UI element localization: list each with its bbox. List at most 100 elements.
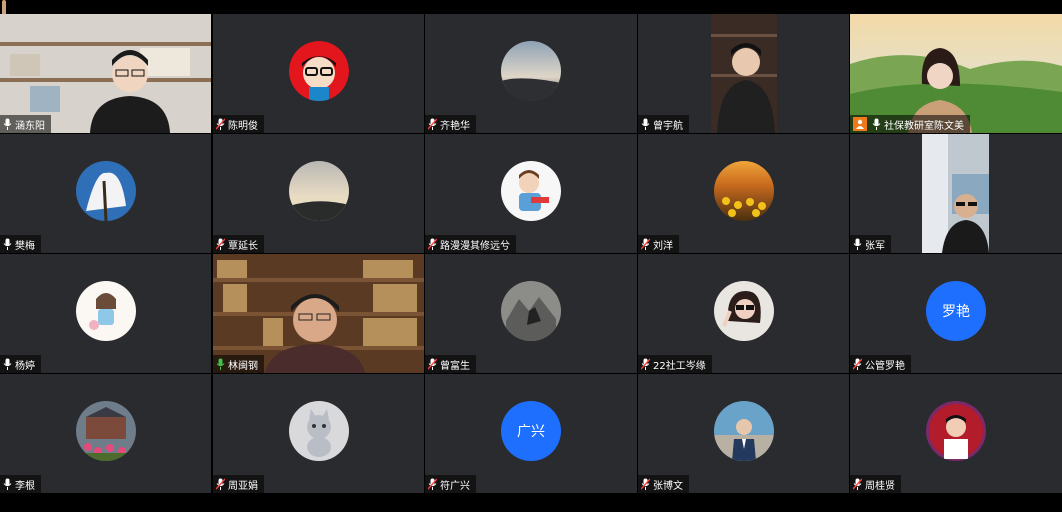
participant-name: 22社工岑缘 bbox=[653, 360, 706, 372]
participant-name-label: 公管罗艳 bbox=[850, 355, 911, 373]
participant-name: 杨婷 bbox=[15, 360, 35, 372]
participant-name: 张博文 bbox=[653, 480, 683, 492]
participant-avatar bbox=[75, 400, 136, 461]
microphone-icon bbox=[216, 358, 225, 370]
participant-avatar bbox=[288, 400, 349, 461]
participant-tile[interactable]: 曾宇航 bbox=[638, 14, 849, 133]
microphone-icon bbox=[3, 118, 12, 130]
participant-name-label: 刘洋 bbox=[638, 235, 679, 253]
participant-name: 周亚娟 bbox=[228, 480, 258, 492]
microphone-icon bbox=[3, 478, 12, 490]
participant-avatar bbox=[501, 40, 561, 101]
host-icon bbox=[853, 117, 867, 131]
participant-tile[interactable]: 覃延长 bbox=[213, 134, 424, 253]
microphone-icon bbox=[641, 118, 650, 130]
participant-tile[interactable]: 林闽钢 bbox=[213, 254, 424, 373]
microphone-icon bbox=[3, 238, 12, 250]
participant-avatar bbox=[288, 160, 349, 221]
participant-tile[interactable]: 杨婷 bbox=[0, 254, 211, 373]
participant-name-label: 杨婷 bbox=[0, 355, 41, 373]
microphone-icon bbox=[428, 358, 437, 370]
participant-avatar: 广兴 bbox=[501, 400, 561, 461]
microphone-icon bbox=[872, 118, 881, 130]
participant-name-label: 张博文 bbox=[638, 475, 689, 493]
participant-tile[interactable]: 陈明俊 bbox=[213, 14, 424, 133]
participant-name: 张军 bbox=[865, 240, 885, 252]
participant-name: 覃延长 bbox=[228, 240, 258, 252]
participant-tile[interactable]: 刘洋 bbox=[638, 134, 849, 253]
participant-name-label: 22社工岑缘 bbox=[638, 355, 712, 373]
participant-tile[interactable]: 曾富生 bbox=[425, 254, 637, 373]
participant-name-label: 周亚娟 bbox=[213, 475, 264, 493]
participant-name: 符广兴 bbox=[440, 480, 470, 492]
participant-avatar bbox=[288, 40, 349, 101]
participant-tile[interactable]: 樊梅 bbox=[0, 134, 211, 253]
participant-name-label: 周桂贤 bbox=[850, 475, 901, 493]
top-bar bbox=[0, 0, 1062, 36]
participant-name: 林闽钢 bbox=[228, 360, 258, 372]
participant-name: 路漫漫其修远兮 bbox=[440, 240, 510, 252]
participant-name: 曾富生 bbox=[440, 360, 470, 372]
participant-name-label: 李根 bbox=[0, 475, 41, 493]
participant-name-label: 张军 bbox=[850, 235, 891, 253]
microphone-icon bbox=[641, 358, 650, 370]
participant-name-label: 涵东阳 bbox=[0, 115, 51, 133]
participant-tile[interactable]: 罗艳公管罗艳 bbox=[850, 254, 1062, 373]
participant-avatar bbox=[501, 280, 561, 341]
participant-name: 陈明俊 bbox=[228, 120, 258, 132]
microphone-icon bbox=[853, 238, 862, 250]
participant-avatar bbox=[75, 160, 136, 221]
participant-video bbox=[711, 14, 777, 133]
participant-name-label: 樊梅 bbox=[0, 235, 41, 253]
participant-name: 齐艳华 bbox=[440, 120, 470, 132]
participant-tile[interactable]: 社保教研室陈文美 bbox=[850, 14, 1062, 133]
participant-name: 刘洋 bbox=[653, 240, 673, 252]
microphone-icon bbox=[428, 478, 437, 490]
participant-tile[interactable]: 张博文 bbox=[638, 374, 849, 493]
participant-name-label: 路漫漫其修远兮 bbox=[425, 235, 516, 253]
participant-avatar bbox=[501, 160, 561, 221]
microphone-icon bbox=[216, 238, 225, 250]
participant-tile[interactable]: 齐艳华 bbox=[425, 14, 637, 133]
participant-name-label: 曾宇航 bbox=[638, 115, 689, 133]
participant-name: 樊梅 bbox=[15, 240, 35, 252]
participant-name-label: 齐艳华 bbox=[425, 115, 476, 133]
participant-tile[interactable]: 涵东阳 bbox=[0, 14, 211, 133]
participant-avatar: 罗艳 bbox=[926, 280, 986, 341]
participant-name-label: 陈明俊 bbox=[213, 115, 264, 133]
participant-name-label: 社保教研室陈文美 bbox=[850, 115, 970, 133]
participant-name: 涵东阳 bbox=[15, 120, 45, 132]
participant-grid: 涵东阳 陈明俊 齐艳华 曾宇航 社保教研室陈文美樊梅 覃延长 路漫漫其修远兮 刘洋 张军杨婷 林闽… bbox=[0, 14, 1062, 494]
participant-tile[interactable]: 22社工岑缘 bbox=[638, 254, 849, 373]
microphone-icon bbox=[853, 358, 862, 370]
microphone-icon bbox=[216, 478, 225, 490]
participant-avatar bbox=[713, 160, 774, 221]
participant-tile[interactable]: 路漫漫其修远兮 bbox=[425, 134, 637, 253]
microphone-icon bbox=[428, 238, 437, 250]
participant-tile[interactable]: 张军 bbox=[850, 134, 1062, 253]
participant-avatar bbox=[926, 400, 986, 461]
microphone-icon bbox=[216, 118, 225, 130]
participant-name: 公管罗艳 bbox=[865, 360, 905, 372]
participant-avatar bbox=[713, 400, 774, 461]
participant-tile[interactable]: 李根 bbox=[0, 374, 211, 493]
microphone-icon bbox=[641, 478, 650, 490]
microphone-icon bbox=[428, 118, 437, 130]
participant-tile[interactable]: 广兴符广兴 bbox=[425, 374, 637, 493]
microphone-icon bbox=[853, 478, 862, 490]
participant-name-label: 曾富生 bbox=[425, 355, 476, 373]
participant-name-label: 符广兴 bbox=[425, 475, 476, 493]
participant-name: 周桂贤 bbox=[865, 480, 895, 492]
microphone-icon bbox=[3, 358, 12, 370]
participant-name: 社保教研室陈文美 bbox=[884, 120, 964, 132]
participant-video bbox=[922, 134, 989, 253]
microphone-icon bbox=[641, 238, 650, 250]
participant-tile[interactable]: 周亚娟 bbox=[213, 374, 424, 493]
participant-avatar bbox=[75, 280, 136, 341]
participant-tile[interactable]: 周桂贤 bbox=[850, 374, 1062, 493]
participant-name: 李根 bbox=[15, 480, 35, 492]
participant-avatar bbox=[713, 280, 774, 341]
participant-name-label: 林闽钢 bbox=[213, 355, 264, 373]
participant-name: 曾宇航 bbox=[653, 120, 683, 132]
participant-name-label: 覃延长 bbox=[213, 235, 264, 253]
